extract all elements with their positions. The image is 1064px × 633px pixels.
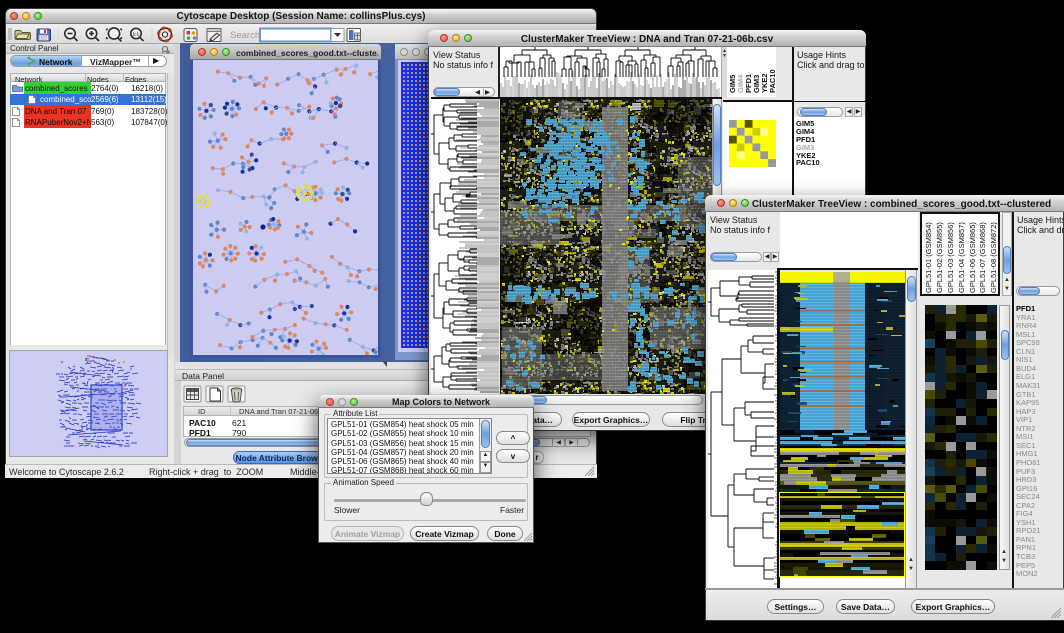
svg-text:Search:: Search: xyxy=(230,30,263,41)
svg-text:1:1: 1:1 xyxy=(133,32,140,37)
